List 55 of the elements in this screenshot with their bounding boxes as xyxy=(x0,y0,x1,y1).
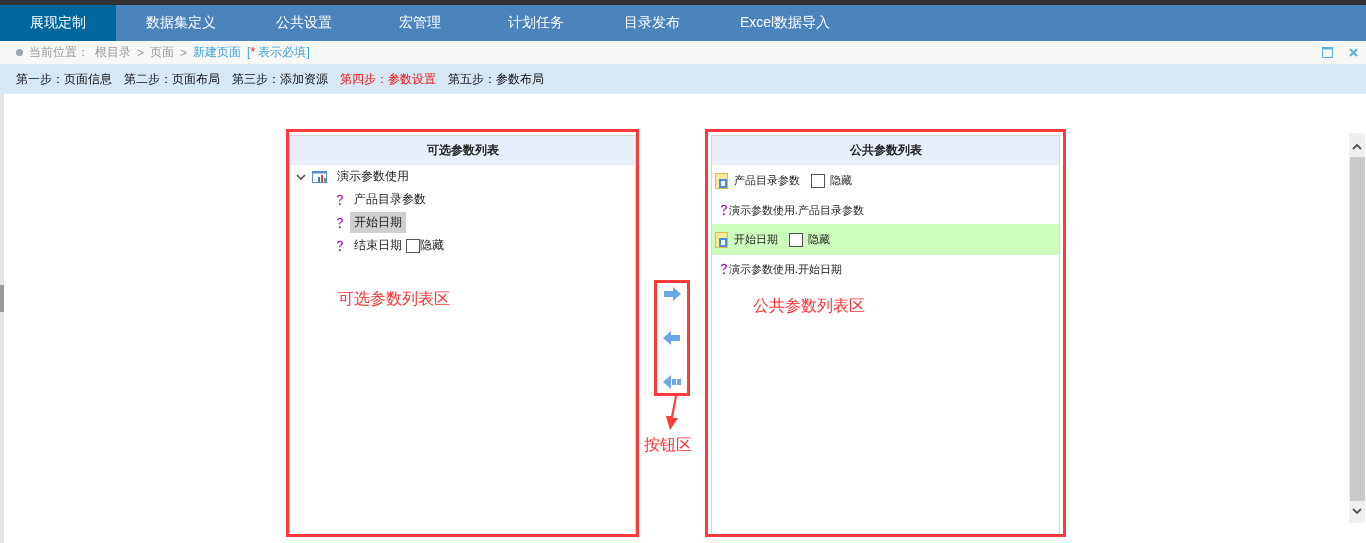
caret-icon[interactable] xyxy=(296,171,306,182)
maximize-icon[interactable] xyxy=(1322,47,1333,58)
move-left-button[interactable] xyxy=(662,331,682,345)
current-page: 新建页面 xyxy=(193,44,242,61)
question-icon xyxy=(336,239,344,252)
question-icon xyxy=(336,193,344,206)
parameter-name: 开始日期 xyxy=(734,232,778,247)
parameter-row[interactable]: 产品目录参数 隐藏 xyxy=(712,165,1059,196)
checkbox-label: 隐藏 xyxy=(808,232,830,247)
annotation-label: 按钮区 xyxy=(644,435,692,455)
scrollbar[interactable] xyxy=(1349,133,1365,523)
nav-tab[interactable]: Excel数据导入 xyxy=(710,5,861,41)
close-icon[interactable] xyxy=(1349,48,1358,57)
checkbox[interactable] xyxy=(811,173,825,188)
parameter-name: 产品目录参数 xyxy=(734,173,800,188)
checkbox-label: 隐藏 xyxy=(420,237,444,254)
parameter-source: 演示参数使用.开始日期 xyxy=(729,261,843,277)
parameter-icon xyxy=(715,231,729,248)
checkbox-label: 隐藏 xyxy=(830,173,852,188)
tree-node[interactable]: 演示参数使用 xyxy=(333,166,413,187)
collapse-handle[interactable] xyxy=(0,285,4,312)
location-label: 当前位置： xyxy=(29,44,89,61)
question-icon xyxy=(720,263,728,275)
annotation-label: 可选参数列表区 xyxy=(338,289,450,309)
parameter-icon xyxy=(715,172,729,189)
bullet-icon xyxy=(16,49,23,56)
wizard-step[interactable]: 第一步：页面信息 xyxy=(16,70,112,88)
nav-tab[interactable]: 目录发布 xyxy=(594,5,710,41)
wizard-step[interactable]: 第五步：参数布局 xyxy=(448,70,544,88)
wizard-step[interactable]: 第三步：添加资源 xyxy=(232,70,328,88)
wizard-step[interactable]: 第四步：参数设置 xyxy=(340,70,436,88)
nav-tab[interactable]: 宏管理 xyxy=(362,5,478,41)
required-note: [* 表示必填] xyxy=(247,44,310,61)
question-icon xyxy=(720,204,728,216)
nav-tab[interactable]: 展现定制 xyxy=(0,5,116,41)
nav-tab[interactable]: 计划任务 xyxy=(478,5,594,41)
nav-tab[interactable]: 公共设置 xyxy=(246,5,362,41)
panel-title: 公共参数列表 xyxy=(712,136,1059,165)
scroll-up-icon[interactable] xyxy=(1352,143,1362,151)
parameter-source: 演示参数使用.产品目录参数 xyxy=(729,202,865,218)
annotation-label: 公共参数列表区 xyxy=(753,296,865,316)
scroll-down-icon[interactable] xyxy=(1352,507,1362,515)
report-icon xyxy=(312,170,327,183)
panel-title: 可选参数列表 xyxy=(290,136,635,165)
question-icon xyxy=(336,216,344,229)
move-right-button[interactable] xyxy=(662,287,682,301)
tree-node[interactable]: 产品目录参数 xyxy=(350,189,430,210)
tree-node[interactable]: 开始日期 xyxy=(350,212,406,233)
checkbox[interactable] xyxy=(789,232,803,247)
checkbox[interactable] xyxy=(406,238,420,253)
nav-tab[interactable]: 数据集定义 xyxy=(116,5,246,41)
tree-node[interactable]: 结束日期 xyxy=(350,235,406,256)
wizard-step[interactable]: 第二步：页面布局 xyxy=(124,70,220,88)
move-all-left-button[interactable] xyxy=(662,375,682,389)
parameter-row[interactable]: 开始日期 隐藏 xyxy=(712,224,1059,255)
